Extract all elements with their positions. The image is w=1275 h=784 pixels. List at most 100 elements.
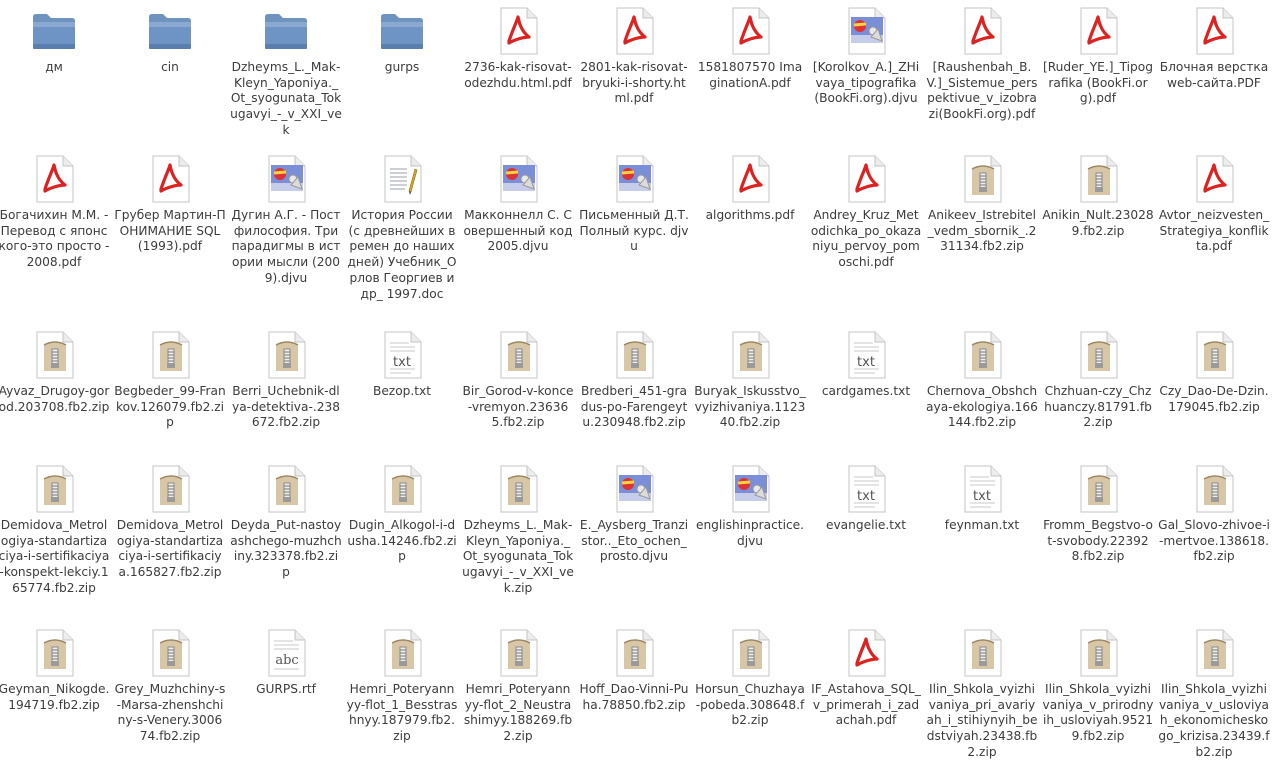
file-item[interactable]: Chernova_Obshchaya-ekologiya.166144.fb2.…: [924, 324, 1040, 458]
pdf-icon: [841, 154, 891, 204]
archive-icon: [493, 330, 543, 380]
file-item[interactable]: Geyman_Nikogde.194719.fb2.zip: [0, 622, 112, 784]
archive-icon: [1189, 628, 1239, 678]
file-item[interactable]: Дугин А.Г. - Постфилософия. Три парадигм…: [228, 148, 344, 324]
pdf-icon: [1189, 6, 1239, 56]
file-name: Hoff_Dao-Vinni-Puha.78850.fb2.zip: [579, 682, 689, 712]
file-item[interactable]: algorithms.pdf: [692, 148, 808, 324]
file-item[interactable]: Hemri_Poteryannyy-flot_1_Besstrashnyy.18…: [344, 622, 460, 784]
file-item[interactable]: Fromm_Begstvo-ot-svobody.223928.fb2.zip: [1040, 458, 1156, 622]
file-item[interactable]: Dzheyms_L._Mak-Kleyn_Yaponiya._Ot_syogun…: [228, 0, 344, 148]
file-item[interactable]: Макконнелл С. Совершенный код 2005.djvu: [460, 148, 576, 324]
file-item[interactable]: Ilin_Shkola_vyizhivaniya_pri_avariyah_i_…: [924, 622, 1040, 784]
file-name: Begbeder_99-Frankov.126079.fb2.zip: [114, 384, 226, 430]
file-item[interactable]: txt evangelie.txt: [808, 458, 924, 622]
file-item[interactable]: Anikin_Nult.230289.fb2.zip: [1040, 148, 1156, 324]
file-item[interactable]: gurps: [344, 0, 460, 148]
djvu-image-icon: [609, 464, 659, 514]
archive-icon: [493, 464, 543, 514]
file-item[interactable]: Ilin_Shkola_vyizhivaniya_v_prirodnyih_us…: [1040, 622, 1156, 784]
file-name: Блочная верстка web-сайта.PDF: [1159, 60, 1269, 90]
file-item[interactable]: Avtor_neizvesten_Strategiya_konflikta.pd…: [1156, 148, 1272, 324]
file-item[interactable]: Грубер Мартин-ПОНИМАНИЕ SQL (1993).pdf: [112, 148, 228, 324]
file-name: Ilin_Shkola_vyizhivaniya_v_usloviyah_eko…: [1158, 682, 1270, 759]
file-item[interactable]: Deyda_Put-nastoyashchego-muzhchiny.32337…: [228, 458, 344, 622]
file-item[interactable]: Czy_Dao-De-Dzin.179045.fb2.zip: [1156, 324, 1272, 458]
file-item[interactable]: Богачихин М.М. - Перевод с японского-это…: [0, 148, 112, 324]
file-item[interactable]: Grey_Muzhchiny-s-Marsa-zhenshchiny-s-Ven…: [112, 622, 228, 784]
file-item[interactable]: txt Bezop.txt: [344, 324, 460, 458]
file-item[interactable]: Bir_Gorod-v-konce-vremyon.236365.fb2.zip: [460, 324, 576, 458]
file-item[interactable]: cin: [112, 0, 228, 148]
file-name: Ayvaz_Drugoy-gorod.203708.fb2.zip: [0, 384, 110, 414]
svg-text:txt: txt: [857, 355, 875, 370]
archive-icon: [957, 330, 1007, 380]
file-item[interactable]: Hemri_Poteryannyy-flot_2_Neustrashimyy.1…: [460, 622, 576, 784]
archive-icon: [1073, 628, 1123, 678]
file-item[interactable]: Buryak_Iskusstvo_vyizhivaniya.112340.fb2…: [692, 324, 808, 458]
archive-icon: [261, 464, 311, 514]
file-grid: дм cin Dzheyms_L._Mak-Kleyn_Yaponiya._Ot…: [0, 0, 1271, 784]
file-name: [Korolkov_A.]_ZHivaya_tipografika (BookF…: [812, 60, 920, 106]
file-name: Andrey_Kruz_Metodichka_po_okazaniyu_perv…: [810, 208, 922, 270]
file-item[interactable]: Bredberi_451-gradus-po-Farengeytu.230948…: [576, 324, 692, 458]
file-item[interactable]: Anikeev_Istrebitel_vedm_sbornik_.231134.…: [924, 148, 1040, 324]
file-item[interactable]: Блочная верстка web-сайта.PDF: [1156, 0, 1272, 148]
file-item[interactable]: Ilin_Shkola_vyizhivaniya_v_usloviyah_eko…: [1156, 622, 1272, 784]
file-item[interactable]: дм: [0, 0, 112, 148]
file-name: [Ruder_YE.]_Tipografika (BookFi.org).pdf: [1043, 60, 1153, 106]
file-item[interactable]: Dugin_Alkogol-i-dusha.14246.fb2.zip: [344, 458, 460, 622]
file-name: evangelie.txt: [825, 518, 907, 532]
archive-icon: [1073, 330, 1123, 380]
file-name: Макконнелл С. Совершенный код 2005.djvu: [463, 208, 573, 254]
file-item[interactable]: 2801-kak-risovat-bryuki-i-shorty.html.pd…: [576, 0, 692, 148]
file-name: Czy_Dao-De-Dzin.179045.fb2.zip: [1159, 384, 1269, 414]
file-item[interactable]: englishinpractice.djvu: [692, 458, 808, 622]
archive-icon: [957, 628, 1007, 678]
file-name: Chzhuan-czy_Chzhuanczy.81791.fb2.zip: [1044, 384, 1152, 430]
file-item[interactable]: 2736-kak-risovat-odezhdu.html.pdf: [460, 0, 576, 148]
file-item[interactable]: [Raushenbah_B.V.]_Sistemue_perspektivue_…: [924, 0, 1040, 148]
file-item[interactable]: Horsun_Chuzhaya-pobeda.308648.fb2.zip: [692, 622, 808, 784]
file-name: Ilin_Shkola_vyizhivaniya_v_prirodnyih_us…: [1042, 682, 1154, 744]
file-item[interactable]: 1581807570 ImaginationA.pdf: [692, 0, 808, 148]
folder-icon: [377, 6, 427, 56]
pdf-icon: [145, 154, 195, 204]
file-item[interactable]: Berri_Uchebnik-dlya-detektiva-.238672.fb…: [228, 324, 344, 458]
file-name: Grey_Muzhchiny-s-Marsa-zhenshchiny-s-Ven…: [114, 682, 226, 744]
file-item[interactable]: История России (с древнейших времен до н…: [344, 148, 460, 324]
file-name: Письменный Д.Т. Полный курс. djvu: [579, 208, 689, 254]
file-item[interactable]: Dzheyms_L._Mak-Kleyn_Yaponiya._Ot_syogun…: [460, 458, 576, 622]
file-name: IF_Astahova_SQL_v_primerah_i_zadachah.pd…: [811, 682, 921, 728]
file-item[interactable]: Chzhuan-czy_Chzhuanczy.81791.fb2.zip: [1040, 324, 1156, 458]
file-name: feynman.txt: [944, 518, 1020, 532]
file-name: algorithms.pdf: [705, 208, 795, 222]
file-item[interactable]: Gal_Slovo-zhivoe-i-mertvoe.138618.fb2.zi…: [1156, 458, 1272, 622]
file-item[interactable]: IF_Astahova_SQL_v_primerah_i_zadachah.pd…: [808, 622, 924, 784]
file-item[interactable]: Demidova_Metrologiya-standartizaciya-i-s…: [0, 458, 112, 622]
file-item[interactable]: [Korolkov_A.]_ZHivaya_tipografika (BookF…: [808, 0, 924, 148]
file-item[interactable]: E._Aysberg_Tranzistor.._Eto_ochen_prosto…: [576, 458, 692, 622]
pdf-icon: [1073, 6, 1123, 56]
file-item[interactable]: Письменный Д.Т. Полный курс. djvu: [576, 148, 692, 324]
file-item[interactable]: Demidova_Metrologiya-standartizaciya-i-s…: [112, 458, 228, 622]
file-item[interactable]: Andrey_Kruz_Metodichka_po_okazaniyu_perv…: [808, 148, 924, 324]
djvu-image-icon: [725, 464, 775, 514]
file-item[interactable]: abc GURPS.rtf: [228, 622, 344, 784]
djvu-image-icon: [841, 6, 891, 56]
file-item[interactable]: [Ruder_YE.]_Tipografika (BookFi.org).pdf: [1040, 0, 1156, 148]
file-item[interactable]: Begbeder_99-Frankov.126079.fb2.zip: [112, 324, 228, 458]
file-name: Fromm_Begstvo-ot-svobody.223928.fb2.zip: [1043, 518, 1153, 564]
file-name: Богачихин М.М. - Перевод с японского-это…: [0, 208, 110, 270]
archive-icon: [145, 628, 195, 678]
svg-text:txt: txt: [857, 489, 875, 504]
file-item[interactable]: txt cardgames.txt: [808, 324, 924, 458]
file-item[interactable]: txt feynman.txt: [924, 458, 1040, 622]
pdf-icon: [29, 154, 79, 204]
djvu-image-icon: [609, 154, 659, 204]
file-name: Demidova_Metrologiya-standartizaciya-i-s…: [0, 518, 110, 595]
pdf-icon: [609, 6, 659, 56]
file-item[interactable]: Ayvaz_Drugoy-gorod.203708.fb2.zip: [0, 324, 112, 458]
archive-icon: [377, 464, 427, 514]
file-item[interactable]: Hoff_Dao-Vinni-Puha.78850.fb2.zip: [576, 622, 692, 784]
